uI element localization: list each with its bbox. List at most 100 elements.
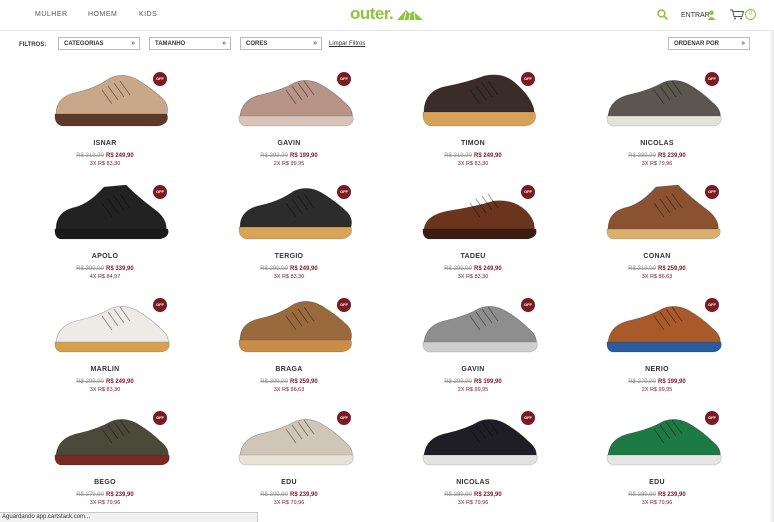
off-badge: OFF (705, 298, 719, 312)
product-card[interactable]: OFF GAVIN R$ 299,90 R$ 199,90 2X R$ 99,95 (234, 68, 384, 180)
search-icon[interactable] (657, 9, 668, 20)
product-prices: R$ 309,90 R$ 259,90 (234, 379, 344, 385)
sale-price: R$ 199,90 (474, 379, 502, 385)
product-name[interactable]: BRAGA (234, 366, 344, 373)
off-badge: OFF (521, 72, 535, 86)
size-select[interactable]: TAMANHO » (149, 37, 231, 50)
installments: 3X R$ 79,96 (273, 500, 305, 506)
product-name[interactable]: ISNAR (50, 140, 160, 147)
product-card[interactable]: OFF BEGO R$ 279,90 R$ 239,90 3X R$ 79,96 (50, 407, 200, 519)
installments: 3X R$ 79,96 (89, 500, 121, 506)
categories-select[interactable]: CATEGORIAS » (58, 37, 140, 50)
colors-select[interactable]: CORES » (240, 37, 322, 50)
product-card[interactable]: OFF NICOLAS R$ 289,90 R$ 239,90 3X R$ 79,96 (602, 68, 752, 180)
product-name[interactable]: MARLIN (50, 366, 160, 373)
sale-price: R$ 339,90 (106, 266, 134, 272)
clear-filters-link[interactable]: Limpar Filtros (329, 41, 365, 47)
sort-select-label: ORDENAR POR (674, 41, 720, 47)
product-name[interactable]: CONAN (602, 253, 712, 260)
product-card[interactable]: OFF TADEU R$ 299,90 R$ 249,90 3X R$ 83,30 (418, 181, 568, 293)
product-card[interactable]: OFF ISNAR R$ 319,90 R$ 249,90 3X R$ 83,30 (50, 68, 200, 180)
login-link[interactable]: ENTRAR (681, 12, 710, 19)
browser-status-bar: Aguardando app.cartstack.com... (0, 512, 258, 522)
product-name[interactable]: TIMON (418, 140, 528, 147)
old-price: R$ 399,90 (76, 266, 104, 272)
nav-kids[interactable]: KIDS (139, 11, 157, 18)
sale-price: R$ 199,90 (658, 379, 686, 385)
product-card[interactable]: OFF NICOLAS R$ 289,90 R$ 239,90 3X R$ 79,96 (418, 407, 568, 519)
product-card[interactable]: OFF TERGIO R$ 299,90 R$ 249,90 3X R$ 83,30 (234, 181, 384, 293)
chevron-down-icon: » (741, 40, 745, 47)
product-name[interactable]: GAVIN (234, 140, 344, 147)
colors-select-label: CORES (246, 41, 268, 47)
old-price: R$ 289,90 (628, 153, 656, 159)
product-image[interactable] (418, 407, 568, 482)
product-card[interactable]: OFF CONAN R$ 319,90 R$ 259,90 3X R$ 86,63 (602, 181, 752, 293)
installments: 3X R$ 79,96 (641, 161, 673, 167)
product-name[interactable]: EDU (602, 479, 712, 486)
user-icon[interactable] (707, 10, 716, 20)
off-badge: OFF (153, 298, 167, 312)
product-name[interactable]: BEGO (50, 479, 160, 486)
product-image[interactable] (50, 294, 200, 369)
product-image[interactable] (418, 68, 568, 143)
product-name[interactable]: NERIO (602, 366, 712, 373)
old-price: R$ 319,90 (444, 153, 472, 159)
product-image[interactable] (234, 294, 384, 369)
product-image[interactable] (50, 407, 200, 482)
product-image[interactable] (234, 181, 384, 256)
old-price: R$ 299,90 (444, 379, 472, 385)
product-image[interactable] (602, 68, 752, 143)
product-name[interactable]: NICOLAS (418, 479, 528, 486)
sale-price: R$ 259,90 (658, 266, 686, 272)
categories-select-label: CATEGORIAS (64, 41, 104, 47)
off-badge: OFF (337, 298, 351, 312)
installments: 3X R$ 83,30 (89, 387, 121, 393)
product-card[interactable]: OFF EDU R$ 309,90 R$ 239,90 3X R$ 79,96 (234, 407, 384, 519)
product-image[interactable] (234, 407, 384, 482)
product-card[interactable]: OFF NERIO R$ 279,90 R$ 199,90 2X R$ 99,95 (602, 294, 752, 406)
old-price: R$ 279,90 (628, 379, 656, 385)
old-price: R$ 309,90 (260, 379, 288, 385)
sort-select[interactable]: ORDENAR POR » (668, 37, 750, 50)
installments: 3X R$ 83,30 (273, 274, 305, 280)
nav-women[interactable]: MULHER (35, 11, 68, 18)
product-card[interactable]: OFF TIMON R$ 319,90 R$ 249,90 3X R$ 83,30 (418, 68, 568, 180)
product-prices: R$ 279,90 R$ 239,90 (50, 492, 160, 498)
product-image[interactable] (234, 68, 384, 143)
installments: 3X R$ 86,63 (273, 387, 305, 393)
product-card[interactable]: OFF EDU R$ 289,90 R$ 239,90 3X R$ 79,96 (602, 407, 752, 519)
product-card[interactable]: OFF GAVIN R$ 299,90 R$ 199,90 2X R$ 99,95 (418, 294, 568, 406)
installments: 2X R$ 99,95 (641, 387, 673, 393)
sale-price: R$ 239,90 (290, 492, 318, 498)
product-image[interactable] (602, 407, 752, 482)
installments: 3X R$ 79,96 (457, 500, 489, 506)
nav-men[interactable]: HOMEM (88, 11, 117, 18)
cart-icon[interactable] (730, 9, 744, 20)
product-name[interactable]: GAVIN (418, 366, 528, 373)
product-image[interactable] (418, 294, 568, 369)
cart-count-badge[interactable]: 0 (745, 9, 756, 20)
product-name[interactable]: TADEU (418, 253, 528, 260)
off-badge: OFF (337, 185, 351, 199)
product-name[interactable]: EDU (234, 479, 344, 486)
product-name[interactable]: APOLO (50, 253, 160, 260)
product-card[interactable]: OFF MARLIN R$ 299,90 R$ 249,90 3X R$ 83,30 (50, 294, 200, 406)
logo[interactable]: outer. (350, 4, 394, 24)
installments: 3X R$ 83,30 (89, 161, 121, 167)
product-card[interactable]: OFF BRAGA R$ 309,90 R$ 259,90 3X R$ 86,63 (234, 294, 384, 406)
old-price: R$ 289,90 (628, 492, 656, 498)
product-name[interactable]: NICOLAS (602, 140, 712, 147)
product-image[interactable] (418, 181, 568, 256)
product-name[interactable]: TERGIO (234, 253, 344, 260)
off-badge: OFF (153, 72, 167, 86)
product-image[interactable] (50, 181, 200, 256)
product-image[interactable] (50, 68, 200, 143)
sale-price: R$ 239,90 (658, 153, 686, 159)
product-image[interactable] (602, 181, 752, 256)
product-image[interactable] (602, 294, 752, 369)
off-badge: OFF (521, 411, 535, 425)
installments: 4X R$ 84,97 (89, 274, 121, 280)
product-prices: R$ 289,90 R$ 239,90 (602, 492, 712, 498)
product-card[interactable]: OFF APOLO R$ 399,90 R$ 339,90 4X R$ 84,97 (50, 181, 200, 293)
